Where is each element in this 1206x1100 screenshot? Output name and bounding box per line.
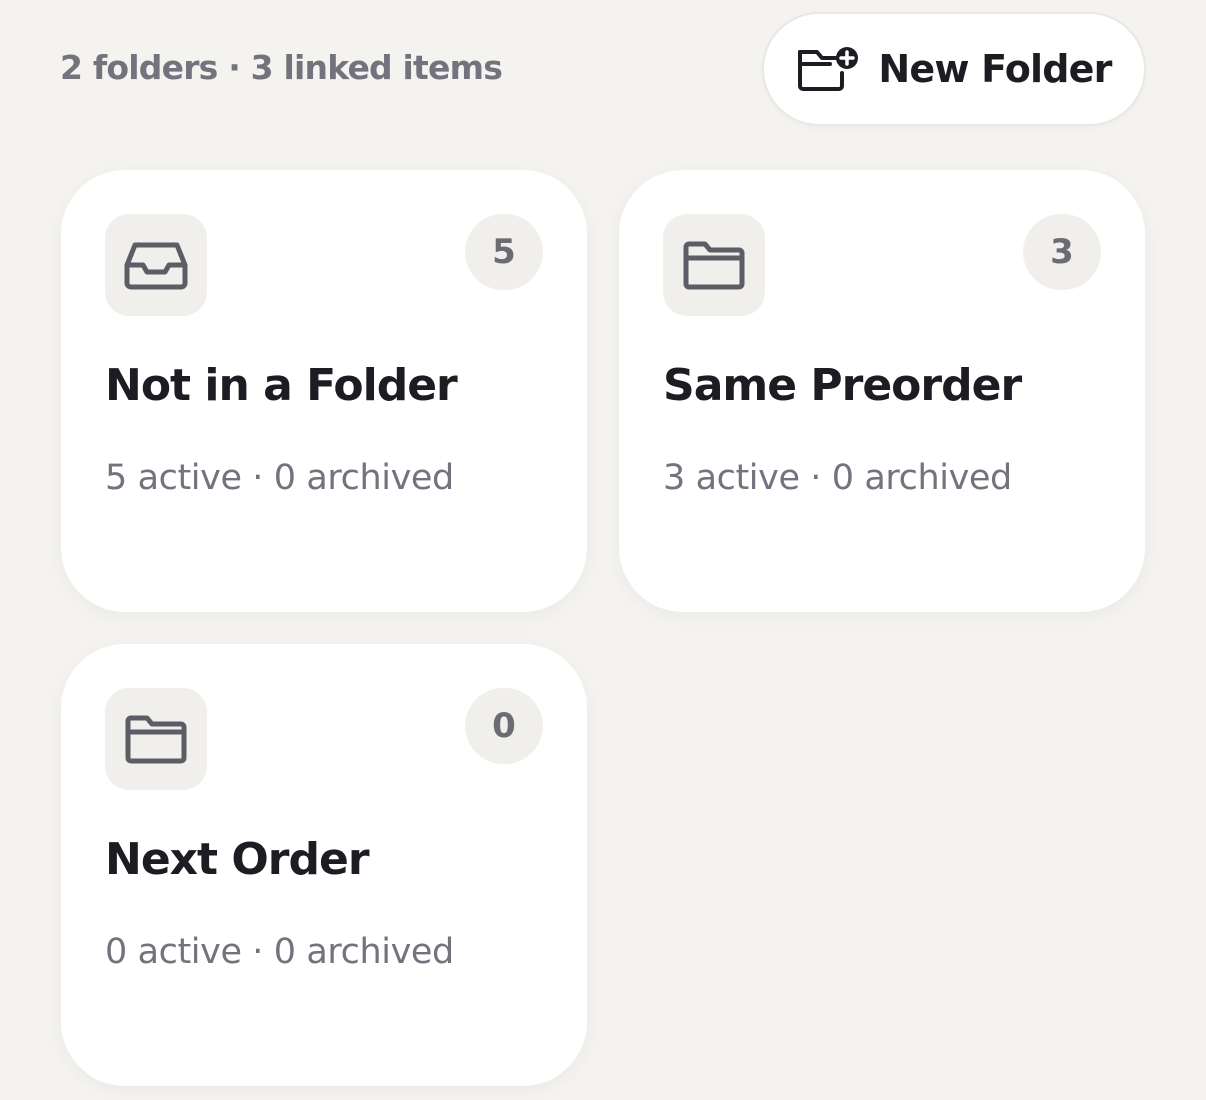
folder-meta: 3 active · 0 archived	[663, 458, 1012, 498]
folder-card-icon-tile	[105, 214, 207, 316]
folder-title: Same Preorder	[663, 360, 1022, 411]
folder-meta: 0 active · 0 archived	[105, 932, 454, 972]
inbox-icon	[123, 239, 189, 291]
folders-page: 2 folders · 3 linked items New Folder 5 …	[0, 0, 1206, 1100]
folder-card-same-preorder[interactable]: 3 Same Preorder 3 active · 0 archived	[619, 170, 1145, 612]
new-folder-button[interactable]: New Folder	[762, 12, 1146, 126]
folder-plus-icon	[796, 45, 860, 93]
folder-card-not-in-a-folder[interactable]: 5 Not in a Folder 5 active · 0 archived	[61, 170, 587, 612]
folder-card-icon-tile	[663, 214, 765, 316]
folder-card-next-order[interactable]: 0 Next Order 0 active · 0 archived	[61, 644, 587, 1086]
folder-icon	[124, 713, 188, 765]
folder-count-badge: 5	[465, 214, 543, 290]
folder-title: Not in a Folder	[105, 360, 458, 411]
folder-meta: 5 active · 0 archived	[105, 458, 454, 498]
new-folder-label: New Folder	[878, 47, 1112, 91]
folder-icon	[682, 239, 746, 291]
folder-count-badge: 3	[1023, 214, 1101, 290]
folder-count-badge: 0	[465, 688, 543, 764]
folder-summary: 2 folders · 3 linked items	[60, 48, 503, 87]
folder-title: Next Order	[105, 834, 370, 885]
folder-card-icon-tile	[105, 688, 207, 790]
